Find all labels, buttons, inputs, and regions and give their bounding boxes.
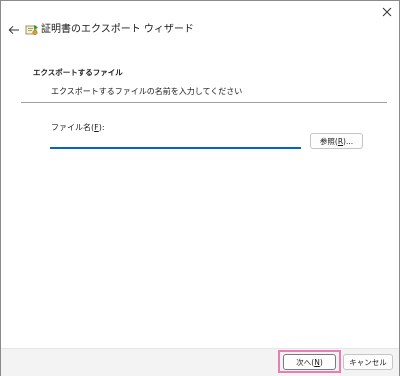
close-icon xyxy=(382,7,392,17)
wizard-title: 証明書のエクスポート ウィザード xyxy=(41,24,194,35)
section-heading: エクスポートするファイル xyxy=(33,68,123,77)
certificate-icon xyxy=(25,25,38,35)
header-divider xyxy=(21,102,387,103)
close-button[interactable] xyxy=(377,3,397,21)
section-description: エクスポートするファイルの名前を入力してください xyxy=(51,87,243,96)
browse-button[interactable]: 参照(R)... xyxy=(310,133,363,149)
filename-label: ファイル名(F): xyxy=(51,123,105,132)
back-button[interactable] xyxy=(5,21,23,39)
back-arrow-icon xyxy=(8,25,19,35)
filename-input[interactable] xyxy=(50,134,301,149)
wizard-window: 証明書のエクスポート ウィザード エクスポートするファイル エクスポートするファ… xyxy=(0,0,400,376)
cancel-button[interactable]: キャンセル xyxy=(343,354,393,370)
next-button[interactable]: 次へ(N) xyxy=(283,354,336,370)
